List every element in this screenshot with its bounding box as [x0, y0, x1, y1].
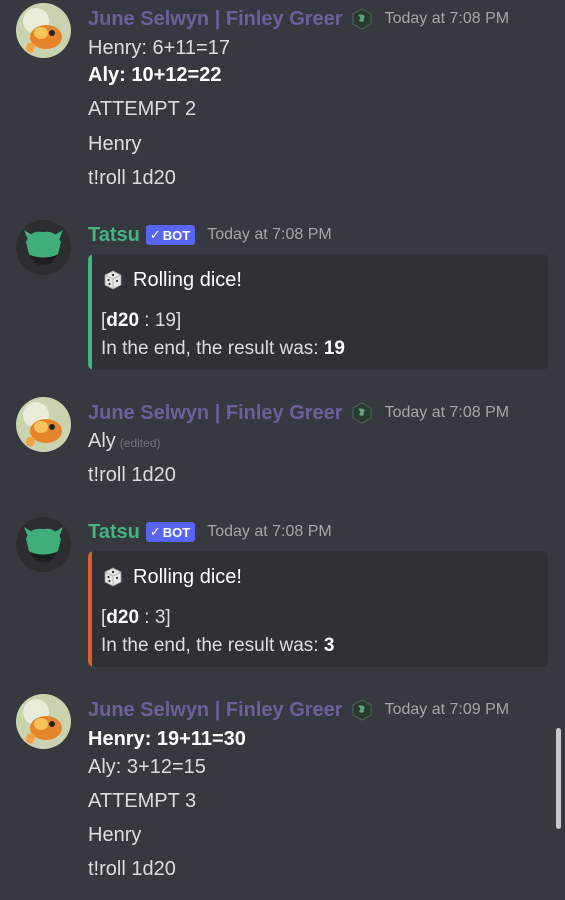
message-line: ATTEMPT 2: [88, 98, 197, 120]
embed-result-line: In the end, the result was: 19: [101, 338, 345, 360]
embed-title: Rolling dice!: [101, 565, 242, 589]
bot-tag-label: BOT: [162, 524, 191, 540]
dragon-role-icon: [351, 402, 373, 424]
author-name[interactable]: June Selwyn | Finley Greer: [88, 699, 343, 722]
dice-embed: Rolling dice! [d20 : 19] In the end, the…: [88, 254, 548, 370]
message-line: t!roll 1d20: [88, 167, 176, 189]
roll-die: d20: [106, 607, 140, 628]
bot-tag-label: BOT: [162, 227, 191, 243]
check-icon: ✓: [149, 524, 161, 539]
green-fox-avatar[interactable]: [16, 517, 71, 572]
author-name[interactable]: Tatsu: [88, 521, 140, 544]
message-timestamp: Today at 7:08 PM: [384, 10, 510, 27]
message-line: Henry: [88, 824, 142, 846]
edited-indicator: (edited): [119, 436, 161, 450]
message-timestamp: Today at 7:08 PM: [384, 404, 510, 421]
message-timestamp: Today at 7:08 PM: [207, 226, 332, 243]
dragon-role-icon: [351, 8, 373, 30]
message-line: t!roll 1d20: [88, 464, 176, 486]
goldfish-avatar[interactable]: [16, 694, 71, 749]
bot-tag: ✓ BOT: [145, 225, 196, 245]
message-timestamp: Today at 7:08 PM: [207, 523, 332, 540]
green-fox-avatar[interactable]: [16, 220, 71, 275]
message-line: Henry: 19+11=30: [88, 728, 246, 750]
result-value: 3: [323, 635, 335, 656]
check-icon: ✓: [149, 227, 161, 242]
embed-result-line: In the end, the result was: 3: [101, 635, 334, 657]
dragon-role-icon: [351, 699, 373, 721]
result-prefix: In the end, the result was:: [101, 635, 324, 656]
message-line: ATTEMPT 3: [88, 790, 197, 812]
roll-die: d20: [106, 310, 140, 331]
goldfish-avatar[interactable]: [16, 3, 71, 58]
author-name[interactable]: June Selwyn | Finley Greer: [88, 402, 343, 425]
message-text: Aly: [88, 430, 116, 452]
goldfish-avatar[interactable]: [16, 397, 71, 452]
message-group: Tatsu ✓ BOT Today at 7:08 PM Rolling dice…: [0, 200, 565, 380]
scrollbar[interactable]: [556, 728, 561, 829]
embed-color-bar: [88, 254, 92, 370]
embed-title-text: Rolling dice!: [133, 565, 242, 588]
dice-icon: [101, 565, 125, 589]
embed-roll-line: [d20 : 19]: [101, 310, 181, 332]
bot-tag: ✓ BOT: [145, 522, 196, 542]
message-line: Aly (edited): [88, 428, 160, 456]
message-line: Aly: 3+12=15: [88, 756, 206, 778]
message-group: June Selwyn | Finley Greer Today at 7:08…: [0, 0, 565, 200]
chat-messages: June Selwyn | Finley Greer Today at 7:08…: [0, 0, 565, 900]
message-line: Aly: 10+12=22: [88, 64, 222, 86]
embed-title: Rolling dice!: [101, 268, 242, 292]
author-name[interactable]: Tatsu: [88, 224, 140, 247]
roll-rest: : 3]: [139, 607, 171, 628]
dice-embed: Rolling dice! [d20 : 3] In the end, the …: [88, 551, 548, 667]
message-timestamp: Today at 7:09 PM: [384, 701, 510, 718]
result-value: 19: [323, 338, 345, 359]
message-line: t!roll 1d20: [88, 858, 176, 880]
message-line: Henry: [88, 133, 142, 155]
embed-title-text: Rolling dice!: [133, 268, 242, 291]
embed-color-bar: [88, 551, 92, 667]
author-name[interactable]: June Selwyn | Finley Greer: [88, 8, 343, 31]
message-group: June Selwyn | Finley Greer Today at 7:09…: [0, 692, 565, 900]
message-group: Tatsu ✓ BOT Today at 7:08 PM Rolling dice…: [0, 497, 565, 677]
result-prefix: In the end, the result was:: [101, 338, 324, 359]
roll-rest: : 19]: [139, 310, 182, 331]
message-group: June Selwyn | Finley Greer Today at 7:08…: [0, 395, 565, 505]
dice-icon: [101, 268, 125, 292]
embed-roll-line: [d20 : 3]: [101, 607, 171, 629]
message-line: Henry: 6+11=17: [88, 37, 230, 59]
